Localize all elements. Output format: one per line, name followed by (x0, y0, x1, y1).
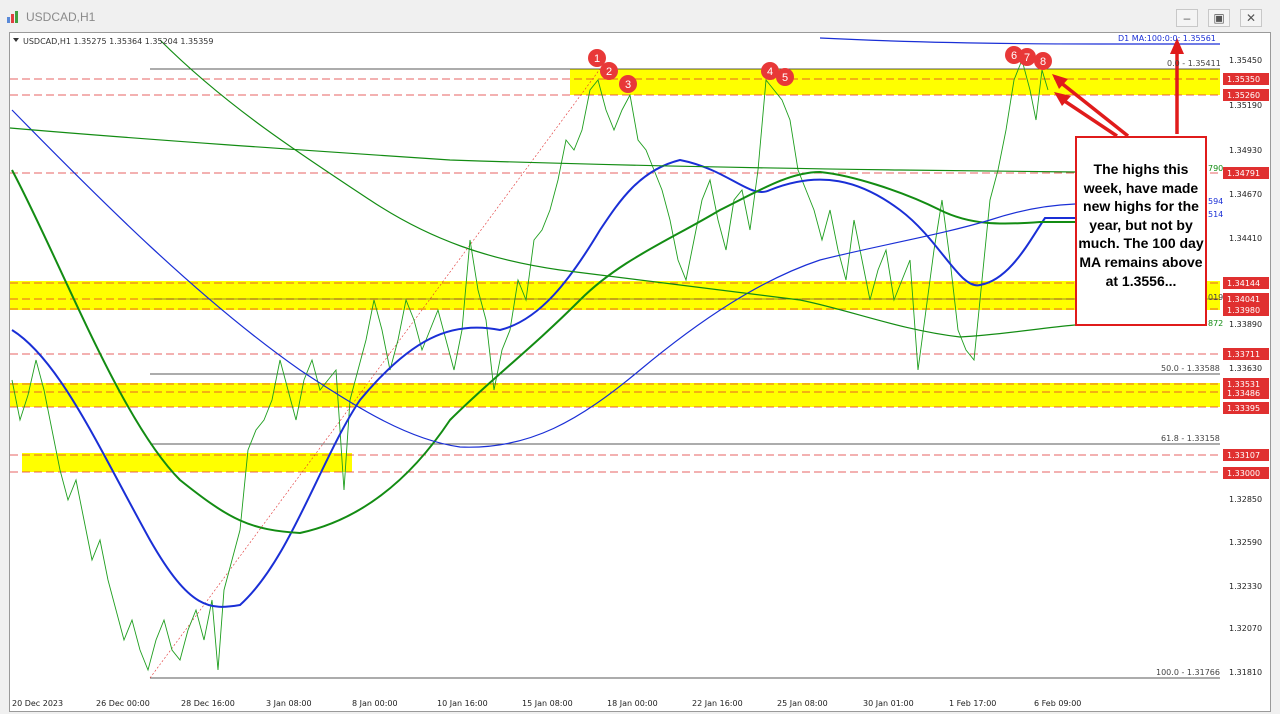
marker-7: 7 (1024, 52, 1030, 64)
marker-8: 8 (1040, 56, 1046, 68)
svg-text:790: 790 (1208, 164, 1223, 173)
time-axis: 20 Dec 2023 26 Dec 00:00 28 Dec 16:00 3 … (12, 699, 1081, 708)
price-tick: 1.31810 (1229, 668, 1262, 677)
time-tick: 1 Feb 17:00 (949, 699, 996, 708)
annotation-note: The highs this week, have made new highs… (1075, 136, 1207, 326)
price-tick: 1.35450 (1229, 56, 1262, 65)
level-tag: 1.34041 (1227, 295, 1260, 304)
time-tick: 15 Jan 08:00 (522, 699, 573, 708)
price-tick: 1.32850 (1229, 495, 1262, 504)
price-tick: 1.32330 (1229, 582, 1262, 591)
marker-4: 4 (767, 66, 773, 78)
zone-1.3535-1.3526 (570, 69, 1220, 95)
time-tick: 6 Feb 09:00 (1034, 699, 1081, 708)
time-tick: 18 Jan 00:00 (607, 699, 658, 708)
marker-6: 6 (1011, 50, 1017, 62)
level-tag: 1.33107 (1227, 451, 1260, 460)
chart-menu-icon[interactable] (13, 38, 19, 42)
price-level-tags: 1.35350 1.35260 1.34791 1.34144 1.34041 … (1223, 73, 1269, 479)
zone-1.3414-1.3398 (10, 281, 1220, 310)
time-tick: 22 Jan 16:00 (692, 699, 743, 708)
price-tick: 1.32070 (1229, 624, 1262, 633)
fib-label: 100.0 - 1.31766 (1156, 668, 1220, 677)
svg-text:594: 594 (1208, 197, 1223, 206)
time-tick: 25 Jan 08:00 (777, 699, 828, 708)
time-tick: 10 Jan 16:00 (437, 699, 488, 708)
marker-1: 1 (594, 53, 600, 65)
level-tag: 1.33395 (1227, 404, 1260, 413)
time-tick: 20 Dec 2023 (12, 699, 63, 708)
price-tick: 1.34930 (1229, 146, 1262, 155)
fib-label: 50.0 - 1.33588 (1161, 364, 1220, 373)
level-tag: 1.35260 (1227, 91, 1260, 100)
price-tick: 1.34670 (1229, 190, 1262, 199)
chart-info: USDCAD,H1 1.35275 1.35364 1.35204 1.3535… (23, 37, 213, 46)
level-tag: 1.35350 (1227, 75, 1260, 84)
zone-1.3353-1.3339 (10, 383, 1220, 407)
fib-label: 0.0 - 1.35411 (1167, 59, 1221, 68)
time-tick: 8 Jan 00:00 (352, 699, 398, 708)
svg-text:872: 872 (1208, 319, 1223, 328)
svg-text:019: 019 (1208, 293, 1223, 302)
level-tag: 1.34144 (1227, 279, 1260, 288)
price-tick: 1.32590 (1229, 538, 1262, 547)
time-tick: 3 Jan 08:00 (266, 699, 312, 708)
moving-averages (9, 37, 1220, 608)
level-tag: 1.34791 (1227, 169, 1260, 178)
price-tick: 1.33630 (1229, 364, 1262, 373)
level-lines (10, 68, 1220, 679)
marker-3: 3 (625, 79, 631, 91)
price-axis: 1.35450 1.35190 1.34930 1.34670 1.34410 … (1229, 56, 1262, 677)
level-tag: 1.33486 (1227, 389, 1260, 398)
time-tick: 30 Jan 01:00 (863, 699, 914, 708)
marker-5: 5 (782, 72, 788, 84)
level-tag: 1.33000 (1227, 469, 1260, 478)
ma-flat-green (9, 127, 1076, 173)
time-tick: 26 Dec 00:00 (96, 699, 150, 708)
price-tick: 1.35190 (1229, 101, 1262, 110)
svg-text:514: 514 (1208, 210, 1223, 219)
zone-1.3310-1.3300 (22, 453, 352, 472)
level-tag: 1.33711 (1227, 350, 1260, 359)
ma-value-label: D1 MA:100:0:0: 1.35561 (1118, 34, 1216, 43)
level-tag: 1.33980 (1227, 306, 1260, 315)
fib-label: 61.8 - 1.33158 (1161, 434, 1220, 443)
price-series (11, 58, 1049, 672)
time-tick: 28 Dec 16:00 (181, 699, 235, 708)
price-tick: 1.33890 (1229, 320, 1262, 329)
price-chart[interactable]: 1 2 3 4 5 6 7 8 USDCAD,H1 1.35275 1.3536… (0, 0, 1280, 714)
marker-2: 2 (606, 66, 612, 78)
price-tick: 1.34410 (1229, 234, 1262, 243)
